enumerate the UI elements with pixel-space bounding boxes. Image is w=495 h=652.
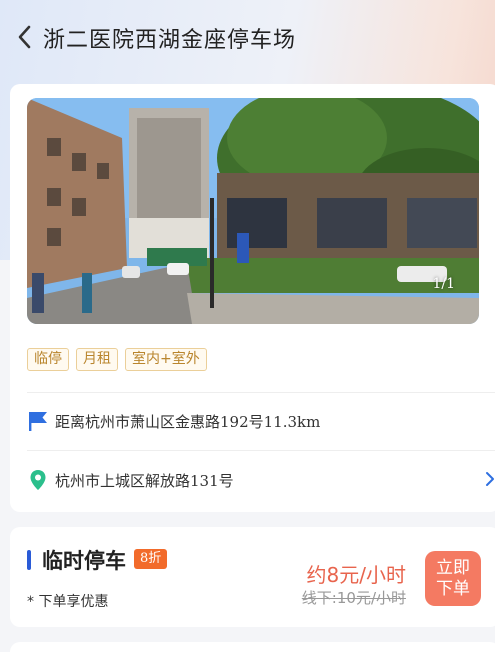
tag-monthly: 月租 [76,348,118,371]
promo-text: * 下单享优惠 [27,594,109,610]
address-text: 杭州市上城区解放路131号 [55,471,234,490]
distance-text: 距离杭州市萧山区金惠路192号11.3km [55,412,321,431]
order-now-button[interactable]: 立即下单 [425,551,481,606]
parking-photo[interactable]: 1/1 [27,98,479,324]
page-title: 浙二医院西湖金座停车场 [43,28,297,53]
discount-badge: 8折 [134,549,168,569]
temporary-parking-card: 临时停车 8折 * 下单享优惠 约8元/小时 线下:10元/小时 立即下单 [10,527,495,627]
next-card [10,642,495,652]
tag-list: 临停 月租 室内+室外 [27,348,207,371]
chevron-right-icon [485,471,495,491]
divider [27,450,495,451]
address-row[interactable]: 杭州市上城区解放路131号 [27,465,495,495]
price-text: 约8元/小时 [306,563,406,587]
flag-icon [27,410,49,432]
original-price-text: 线下:10元/小时 [301,589,406,607]
header: 浙二医院西湖金座停车场 [0,0,495,78]
section-accent-bar [27,550,31,570]
divider [27,392,495,393]
location-pin-icon [27,469,49,491]
section-title: 临时停车 [42,549,126,573]
back-button[interactable] [12,24,36,50]
parking-info-card: 1/1 临停 月租 室内+室外 距离杭州市萧山区金惠路192号11.3km 杭州… [10,84,495,512]
distance-row: 距离杭州市萧山区金惠路192号11.3km [27,406,495,436]
chevron-left-icon [18,25,31,49]
street-photo-image [27,98,479,324]
tag-indoor-outdoor: 室内+室外 [125,348,207,371]
photo-counter: 1/1 [432,276,455,292]
tag-temporary: 临停 [27,348,69,371]
